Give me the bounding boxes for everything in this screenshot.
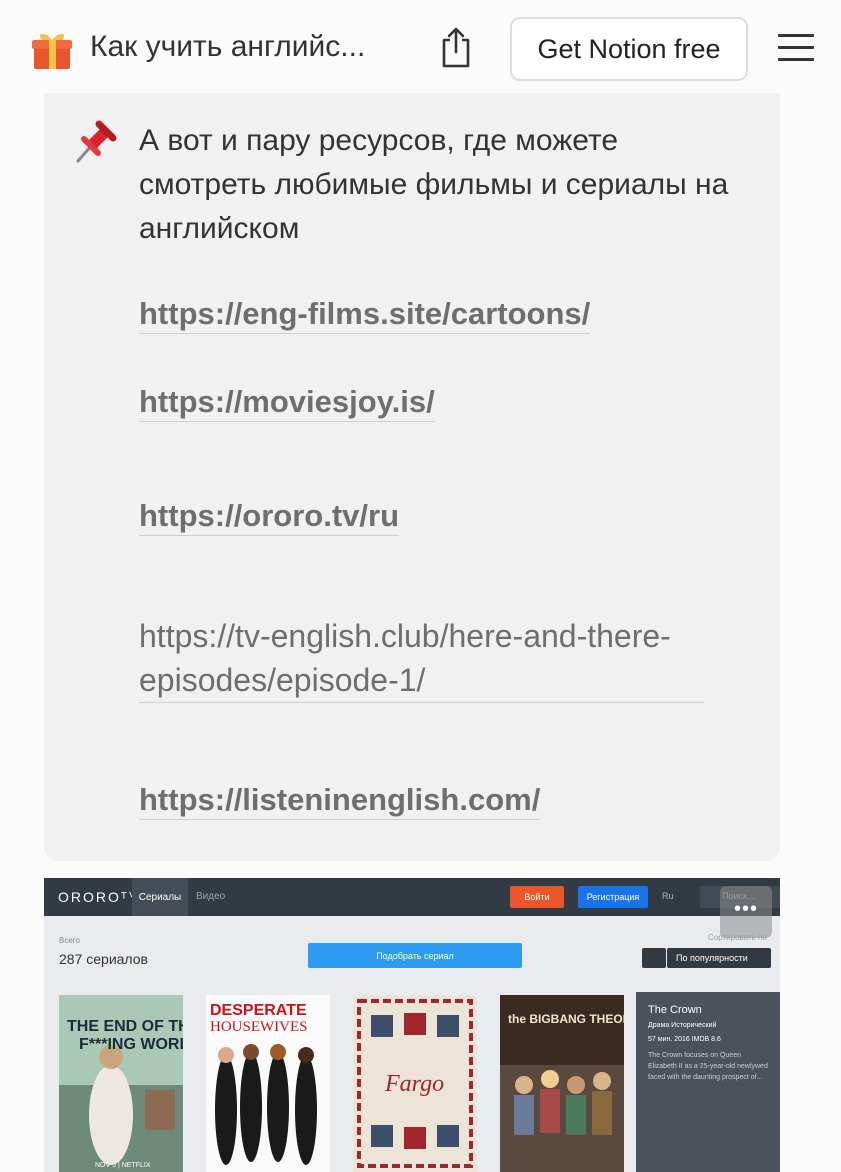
poster-big-bang-theory: the BIGBANG THEORY xyxy=(500,995,624,1172)
link-eng-films[interactable]: https://eng-films.site/cartoons/ xyxy=(139,295,591,334)
pushpin-icon xyxy=(76,120,117,163)
login-button: Войти xyxy=(510,886,564,908)
link-tv-english-club[interactable]: https://tv-english.club/here-and-there-e… xyxy=(139,614,704,703)
share-icon[interactable] xyxy=(436,26,476,70)
sort-label: Сортировать по xyxy=(708,933,767,942)
card-genre: Драма Исторический xyxy=(648,1022,717,1029)
svg-text:Fargo: Fargo xyxy=(384,1071,444,1097)
show-info-card: The Crown Драма Исторический 57 мин. 201… xyxy=(636,992,780,1172)
link-listeninenglish[interactable]: https://listeninenglish.com/ xyxy=(139,781,541,820)
svg-text:HOUSEWIVES: HOUSEWIVES xyxy=(210,1019,308,1035)
total-label: Всего xyxy=(59,936,80,945)
link-ororo[interactable]: https://ororo.tv/ru xyxy=(139,497,400,536)
link-moviesjoy[interactable]: https://moviesjoy.is/ xyxy=(139,383,435,422)
sort-select: По популярности xyxy=(667,948,771,968)
get-notion-free-button[interactable]: Get Notion free xyxy=(510,17,748,81)
svg-text:DESPERATE: DESPERATE xyxy=(210,1002,307,1019)
svg-text:F***ING WORLD 2: F***ING WORLD 2 xyxy=(79,1036,183,1053)
nav-series: Сериалы xyxy=(132,878,188,916)
top-bar: Как учить английс... Get Notion free xyxy=(0,0,841,96)
language-selector: Ru xyxy=(662,891,674,901)
poster-end-of-the-world: THE END OF THE F***ING WORLD 2 NOV 5 | N… xyxy=(59,995,183,1172)
poster-fargo: Fargo xyxy=(353,995,477,1172)
register-button: Регистрация xyxy=(578,886,648,908)
card-description: The Crown focuses on Queen Elizabeth II … xyxy=(648,1052,768,1081)
site-logo: OROROᵀⱽ xyxy=(58,889,137,905)
embedded-screenshot: OROROᵀⱽ Сериалы Видео Войти Регистрация … xyxy=(44,878,780,1172)
gift-icon xyxy=(32,33,72,69)
svg-text:NOV 5 | NETFLIX: NOV 5 | NETFLIX xyxy=(95,1162,151,1169)
more-options-button[interactable]: ••• xyxy=(720,886,772,938)
card-meta: 57 мин. 2016 IMDB 8.6 xyxy=(648,1036,721,1043)
poster-desperate-housewives: DESPERATE HOUSEWIVES xyxy=(206,995,330,1172)
callout-block: А вот и пару ресурсов, где можете смотре… xyxy=(44,93,780,861)
page-title: Как учить английс... xyxy=(90,30,366,63)
hamburger-menu-icon[interactable] xyxy=(778,34,814,64)
sort-icon xyxy=(642,948,666,968)
nav-video: Видео xyxy=(196,891,226,902)
filter-button: Подобрать сериал xyxy=(308,943,522,968)
callout-text: А вот и пару ресурсов, где можете смотре… xyxy=(139,124,729,245)
total-count: 287 сериалов xyxy=(59,951,148,967)
card-title: The Crown xyxy=(648,1004,702,1016)
site-navbar: OROROᵀⱽ Сериалы Видео Войти Регистрация … xyxy=(44,878,780,916)
svg-text:THE END OF THE: THE END OF THE xyxy=(67,1018,183,1035)
svg-text:the BIGBANG THEORY: the BIGBANG THEORY xyxy=(508,1012,624,1026)
